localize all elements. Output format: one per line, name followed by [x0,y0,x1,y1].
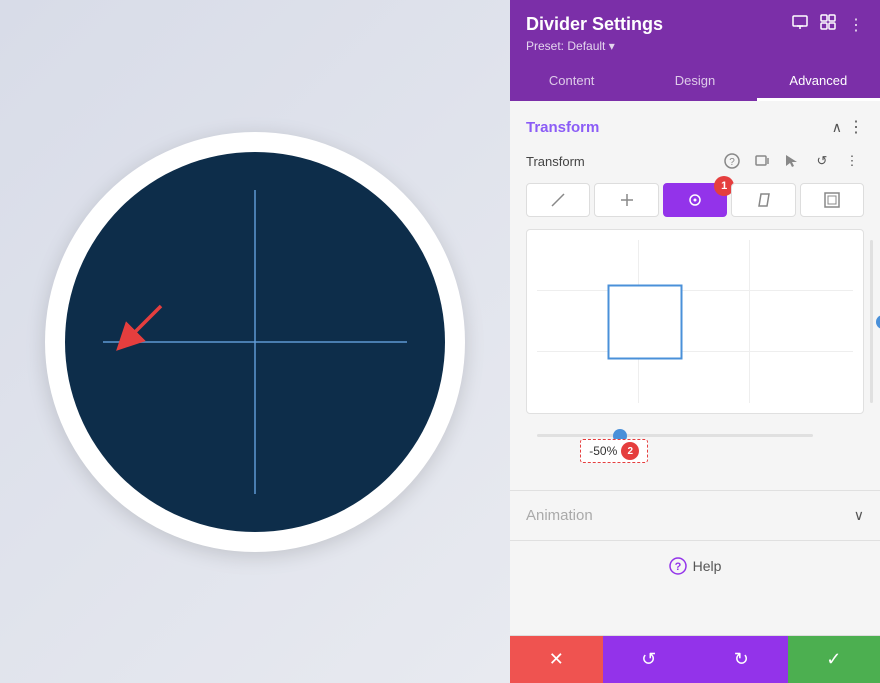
transform-label: Transform [526,154,585,169]
horizontal-value-text: -50% [589,444,617,458]
animation-title: Animation [526,507,593,524]
panel-body: Transform ∧ ⋮ Transform ? [510,101,880,635]
tab-design[interactable]: Design [633,63,756,101]
section-more-icon[interactable]: ⋮ [848,117,864,137]
transform-toolbar-icons: ? ↺ ⋮ [720,149,864,173]
badge-2: 2 [621,442,639,460]
circle-inner [65,152,445,532]
panel-title: Divider Settings [526,14,663,35]
horiz-slider-container: -50% 2 [537,434,813,437]
redo-button[interactable]: ↻ [695,636,788,683]
transform-row: Transform ? ↺ ⋮ [526,149,864,173]
skew-btn[interactable] [731,183,795,217]
cursor-icon[interactable] [780,149,804,173]
transform-canvas: 0px [527,230,863,413]
circle-container [45,132,465,552]
horizontal-slider-track [537,434,813,437]
help-section[interactable]: ? Help [510,541,880,591]
section-controls: ∧ ⋮ [832,117,864,137]
scale-btn[interactable] [800,183,864,217]
vertical-slider-track [870,240,873,403]
transform-visual: 0px -50% 2 [526,229,864,414]
transform-section-header: Transform ∧ ⋮ [526,117,864,137]
panel-header-icons: ⋮ [792,14,864,35]
svg-text:?: ? [674,561,681,573]
value-badge: -50% 2 [580,439,648,463]
rotate-btn[interactable]: 1 [663,183,727,217]
collapse-icon[interactable]: ∧ [832,119,842,136]
help-icon: ? [669,557,687,575]
undo-icon[interactable]: ↺ [810,149,834,173]
grid-line [537,290,853,291]
animation-header: Animation ∨ [526,507,864,524]
bottom-toolbar: ✕ ↺ ↻ ✓ [510,635,880,683]
grid-icon[interactable] [820,14,836,35]
device-icon[interactable] [750,149,774,173]
vertical-line [254,190,256,494]
animation-section: Animation ∨ [510,491,880,541]
panel-header-top: Divider Settings ⋮ [526,14,864,35]
transform-section-title: Transform [526,119,599,136]
transform-section: Transform ∧ ⋮ Transform ? [510,101,880,491]
tab-content[interactable]: Content [510,63,633,101]
grid-line [537,351,853,352]
reset-button[interactable]: ↺ [603,636,696,683]
transform-type-buttons: 1 [526,183,864,217]
more-options-icon[interactable]: ⋮ [848,15,864,35]
red-arrow-icon [111,296,171,356]
slider-spacer [526,422,864,474]
help-circle-icon[interactable]: ? [720,149,744,173]
canvas-area [0,0,510,683]
animation-collapse-icon[interactable]: ∨ [854,507,864,524]
cancel-button[interactable]: ✕ [510,636,603,683]
screen-icon[interactable] [792,14,808,35]
confirm-button[interactable]: ✓ [788,636,880,683]
translate-btn[interactable] [594,183,658,217]
help-label: Help [693,558,722,574]
vertical-slider-thumb[interactable] [876,315,880,329]
panel-header: Divider Settings ⋮ Preset: Default [510,0,880,63]
element-box [607,284,682,359]
grid-line [749,240,750,403]
settings-panel: Divider Settings ⋮ Preset: Default Conte… [510,0,880,683]
tabs-bar: Content Design Advanced [510,63,880,101]
preset-label[interactable]: Preset: Default [526,39,864,53]
more-transform-icon[interactable]: ⋮ [840,149,864,173]
move-btn[interactable] [526,183,590,217]
svg-text:?: ? [729,157,735,168]
tab-advanced[interactable]: Advanced [757,63,880,101]
